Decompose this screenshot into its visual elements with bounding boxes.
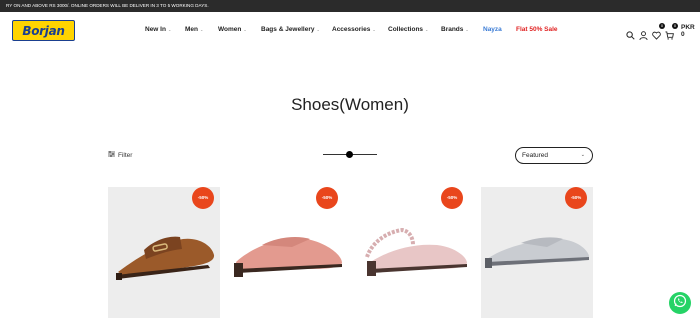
chevron-down-icon: ⌄ — [372, 27, 376, 32]
slider-handle[interactable] — [346, 151, 353, 158]
product-card[interactable]: -50% — [357, 187, 469, 318]
nav-flat-sale[interactable]: Flat 50% Sale — [516, 26, 558, 33]
nav-collections[interactable]: Collections ⌄ — [388, 26, 428, 33]
filter-button[interactable]: Filter — [108, 151, 132, 159]
wishlist-heart-icon[interactable]: 0 — [652, 22, 665, 40]
nav-men[interactable]: Men ⌄ — [185, 26, 203, 33]
nav-nayza[interactable]: Nayza — [483, 26, 502, 33]
filter-label: Filter — [118, 151, 133, 159]
sale-badge: -50% — [441, 187, 463, 209]
product-card[interactable]: -50% — [108, 187, 220, 318]
nav-bags-jewellery[interactable]: Bags & Jewellery ⌄ — [261, 26, 320, 33]
chevron-down-icon: ⌄ — [316, 27, 320, 32]
nav-women-label: Women — [218, 26, 242, 33]
nav-brands[interactable]: Brands ⌄ — [441, 26, 469, 33]
chevron-down-icon: ⌄ — [580, 152, 585, 158]
announcement-bar: RY ON AND ABOVE RS 3000/. ONLINE ORDERS … — [0, 0, 700, 12]
product-card[interactable]: -50% — [481, 187, 593, 318]
nav-nayza-label: Nayza — [483, 26, 502, 33]
shoe-image — [116, 236, 215, 280]
chevron-down-icon: ⌄ — [167, 27, 172, 32]
header-icons: 0 0 PKR 0 — [626, 22, 700, 40]
chevron-down-icon: ⌄ — [465, 27, 469, 32]
shoe-image — [234, 237, 342, 277]
sort-selected-value: Featured — [522, 152, 549, 159]
nav-collections-label: Collections — [388, 26, 424, 33]
sort-select[interactable]: Featured ⌄ — [515, 147, 593, 164]
brand-logo[interactable]: Borjan — [12, 20, 75, 41]
shoe-image — [365, 227, 467, 276]
site-header: Borjan New In ⌄ Men ⌄ Women ⌄ Bags & Jewell… — [0, 12, 700, 50]
nav-new-in[interactable]: New In ⌄ — [145, 26, 171, 33]
nav-accessories[interactable]: Accessories ⌄ — [332, 26, 376, 33]
nav-women[interactable]: Women ⌄ — [218, 26, 247, 33]
grid-size-slider[interactable] — [323, 151, 377, 158]
announcement-text: RY ON AND ABOVE RS 3000/. ONLINE ORDERS … — [6, 3, 209, 8]
whatsapp-chat-button[interactable] — [669, 292, 691, 314]
nav-bags-jewellery-label: Bags & Jewellery — [261, 26, 315, 33]
nav-brands-label: Brands — [441, 26, 464, 33]
nav-flat-sale-label: Flat 50% Sale — [516, 26, 558, 33]
whatsapp-icon — [673, 294, 687, 313]
nav-new-in-label: New In — [145, 26, 166, 33]
nav-men-label: Men — [185, 26, 198, 33]
filter-sliders-icon — [108, 151, 115, 159]
nav-accessories-label: Accessories — [332, 26, 371, 33]
cart-total[interactable]: PKR 0 — [681, 24, 700, 38]
chevron-down-icon: ⌄ — [425, 27, 429, 32]
search-icon[interactable] — [626, 27, 635, 40]
sale-badge: -50% — [565, 187, 587, 209]
product-card[interactable]: -50% — [232, 187, 344, 318]
shoe-image — [485, 237, 589, 268]
logo-text: Borjan — [22, 23, 65, 38]
sale-badge: -50% — [316, 187, 338, 209]
cart-icon[interactable]: 0 — [665, 22, 678, 40]
cart-count-badge: 0 — [672, 22, 678, 29]
chevron-down-icon: ⌄ — [243, 27, 247, 32]
user-icon[interactable] — [639, 27, 648, 40]
chevron-down-icon: ⌄ — [200, 27, 204, 32]
page-title: Shoes(Women) — [291, 95, 409, 114]
sale-badge: -50% — [192, 187, 214, 209]
